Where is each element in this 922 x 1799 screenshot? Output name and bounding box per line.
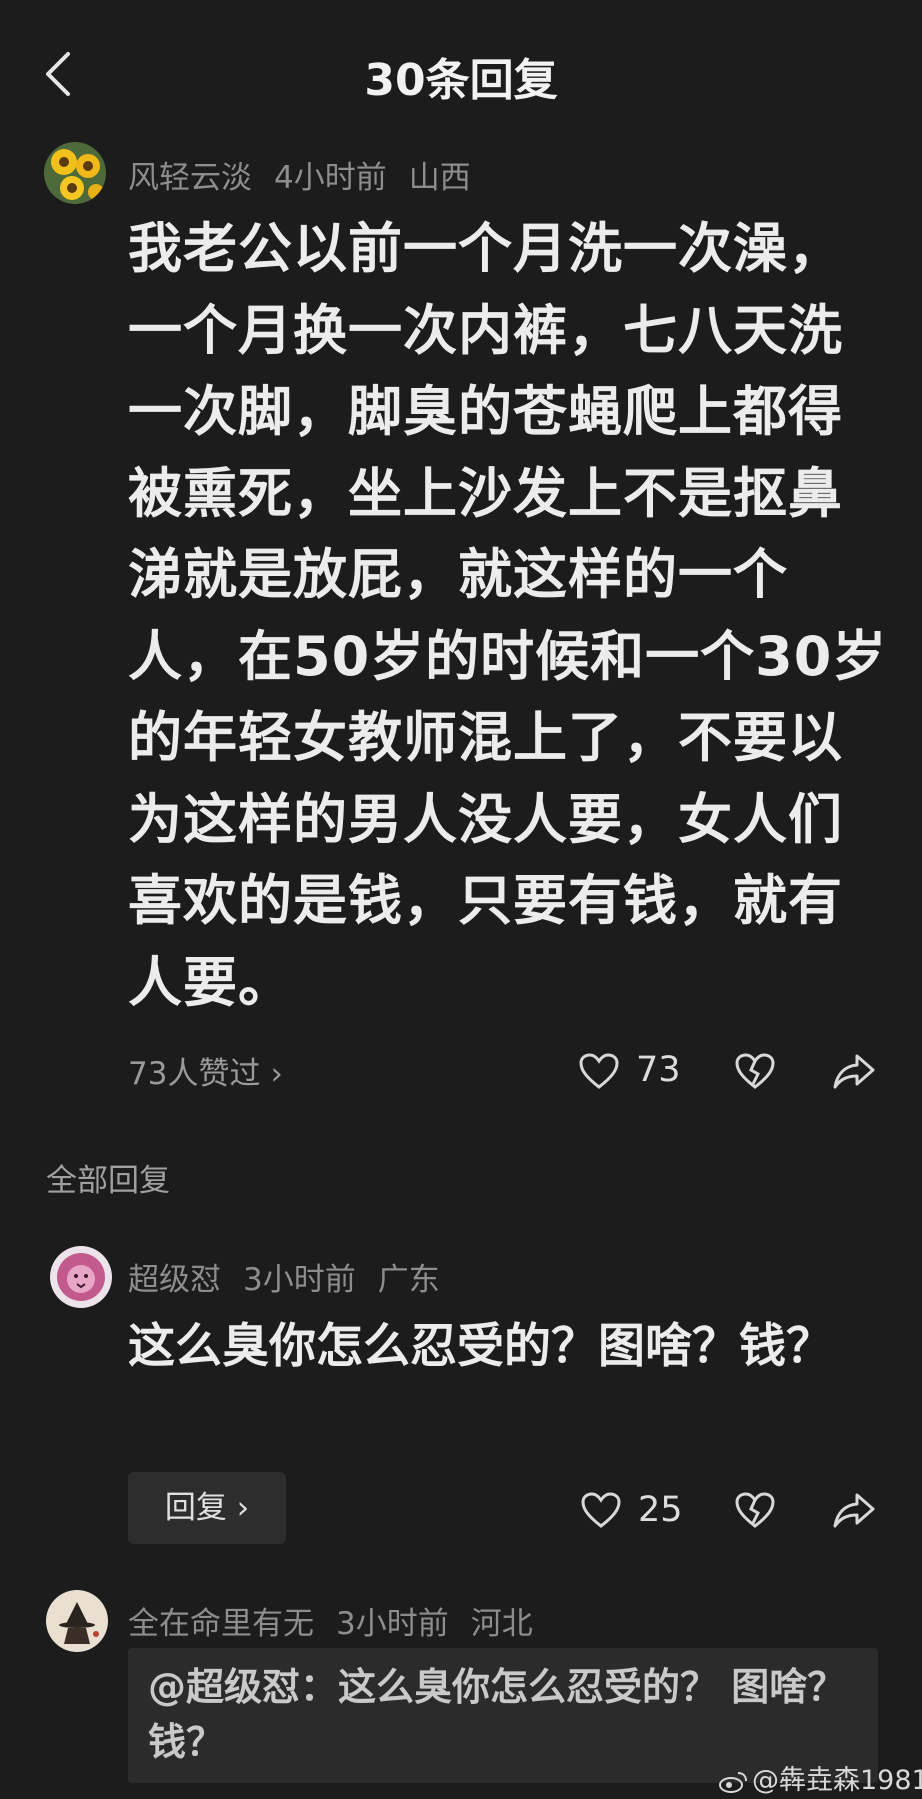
top-bar: 30条回复 (0, 0, 922, 145)
broken-heart-icon (735, 1492, 775, 1528)
share-arrow-icon (833, 1054, 875, 1089)
quote-text: @超级怼：这么臭你怎么忍受的？ 图啥？钱？ (148, 1665, 846, 1764)
heart-icon (579, 1053, 619, 1089)
share-button[interactable] (832, 1491, 876, 1529)
username[interactable]: 全在命里有无 (128, 1606, 314, 1642)
location: 山西 (408, 160, 471, 196)
reply-button[interactable]: 回复 › (128, 1472, 286, 1544)
username[interactable]: 风轻云淡 (128, 160, 252, 196)
sunflower-avatar-icon (44, 142, 106, 204)
comment-body: 我老公以前一个月洗一次澡，一个月换一次内裤，七八天洗一次脚，脚臭的苍蝇爬上都得被… (128, 217, 888, 1014)
location: 广东 (377, 1262, 440, 1298)
like-count: 25 (638, 1490, 683, 1530)
witch-avatar-icon (46, 1590, 108, 1652)
reply-body: 这么臭你怎么忍受的？图啥？钱？ (128, 1319, 833, 1374)
avatar-figure[interactable] (46, 1590, 108, 1652)
likers-link[interactable]: 73人赞过 › (128, 1048, 283, 1093)
like-button[interactable] (580, 1491, 622, 1529)
likes-summary: 73人赞过 (128, 1056, 261, 1092)
share-arrow-icon (833, 1493, 875, 1528)
broken-heart-icon (735, 1053, 775, 1089)
chevron-right-icon: › (236, 1490, 250, 1526)
like-count: 73 (636, 1050, 681, 1090)
watermark: @犇垚森1981 (718, 1758, 922, 1797)
comment-meta: 风轻云淡 4小时前 山西 (128, 152, 493, 197)
weibo-logo-icon (719, 1771, 747, 1793)
reply-meta: 超级怼 3小时前 广东 (128, 1254, 462, 1299)
heart-icon (581, 1492, 621, 1528)
share-button[interactable] (832, 1052, 876, 1090)
dislike-button[interactable] (734, 1491, 776, 1529)
page-title: 30条回复 (364, 55, 558, 106)
lion-avatar-icon (50, 1246, 112, 1308)
reply-meta: 全在命里有无 3小时前 河北 (128, 1598, 555, 1643)
like-button[interactable] (578, 1052, 620, 1090)
timestamp: 3小时前 (243, 1262, 356, 1298)
avatar-lion[interactable] (50, 1246, 112, 1308)
watermark-text: @犇垚森1981 (752, 1765, 922, 1796)
dislike-button[interactable] (734, 1052, 776, 1090)
timestamp: 3小时前 (336, 1606, 449, 1642)
all-replies-label: 全部回复 (46, 1163, 170, 1199)
avatar-sunflower[interactable] (44, 142, 106, 204)
reply-button-label: 回复 (164, 1490, 227, 1526)
username[interactable]: 超级怼 (128, 1262, 221, 1298)
timestamp: 4小时前 (274, 160, 387, 196)
chevron-right-icon: › (270, 1056, 283, 1092)
location: 河北 (470, 1606, 533, 1642)
